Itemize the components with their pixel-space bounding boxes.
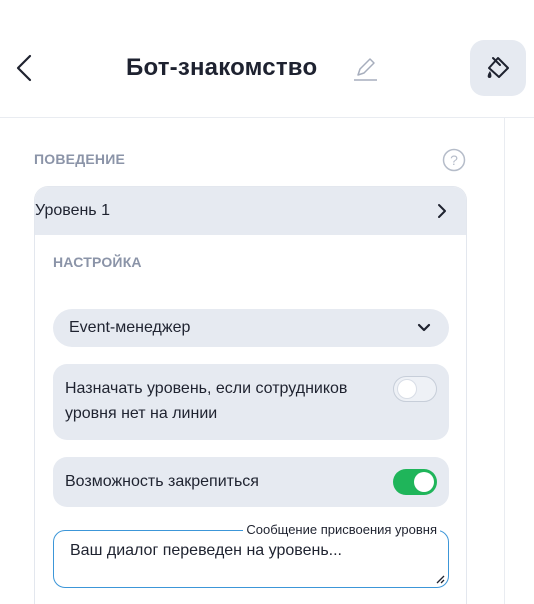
assign-level-option: Назначать уровень, если сотрудников уров… [53,364,449,440]
resize-handle-icon[interactable] [435,574,445,584]
page-title: Бот-знакомство [126,54,318,81]
role-select[interactable]: Event-менеджер [53,309,449,347]
header: Бот-знакомство [0,0,534,118]
chevron-left-icon [16,54,32,82]
settings-section-label: НАСТРОЙКА [53,254,142,270]
assign-level-toggle[interactable] [393,376,437,402]
svg-text:?: ? [450,152,458,168]
panel-divider [504,118,505,604]
back-button[interactable] [10,50,40,86]
pencil-icon [354,58,377,81]
toggle-knob [397,379,417,399]
pin-option: Возможность закрепиться [53,457,449,507]
appearance-button[interactable] [470,40,526,96]
level-message-legend: Сообщение присвоения уровня [243,522,440,537]
chevron-right-icon [438,204,446,218]
level-message-field[interactable]: Сообщение присвоения уровня Ваш диалог п… [53,522,449,588]
chevron-down-icon [417,323,431,332]
role-select-value: Event-менеджер [69,319,191,336]
pin-option-label: Возможность закрепиться [65,473,259,490]
level-message-value: Ваш диалог переведен на уровень... [70,542,342,559]
toggle-knob [414,472,434,492]
assign-level-label: Назначать уровень, если сотрудников уров… [65,380,348,422]
level-selector[interactable]: Уровень 1 [35,187,466,235]
level-card: Уровень 1 НАСТРОЙКА Event-менеджер Назна… [34,186,467,604]
behavior-section-label: ПОВЕДЕНИЕ [34,151,126,167]
level-label: Уровень 1 [35,202,110,219]
pin-option-toggle[interactable] [393,469,437,495]
question-circle-icon[interactable]: ? [442,148,466,172]
edit-title-button[interactable] [350,53,380,83]
paint-bucket-icon [487,57,509,78]
